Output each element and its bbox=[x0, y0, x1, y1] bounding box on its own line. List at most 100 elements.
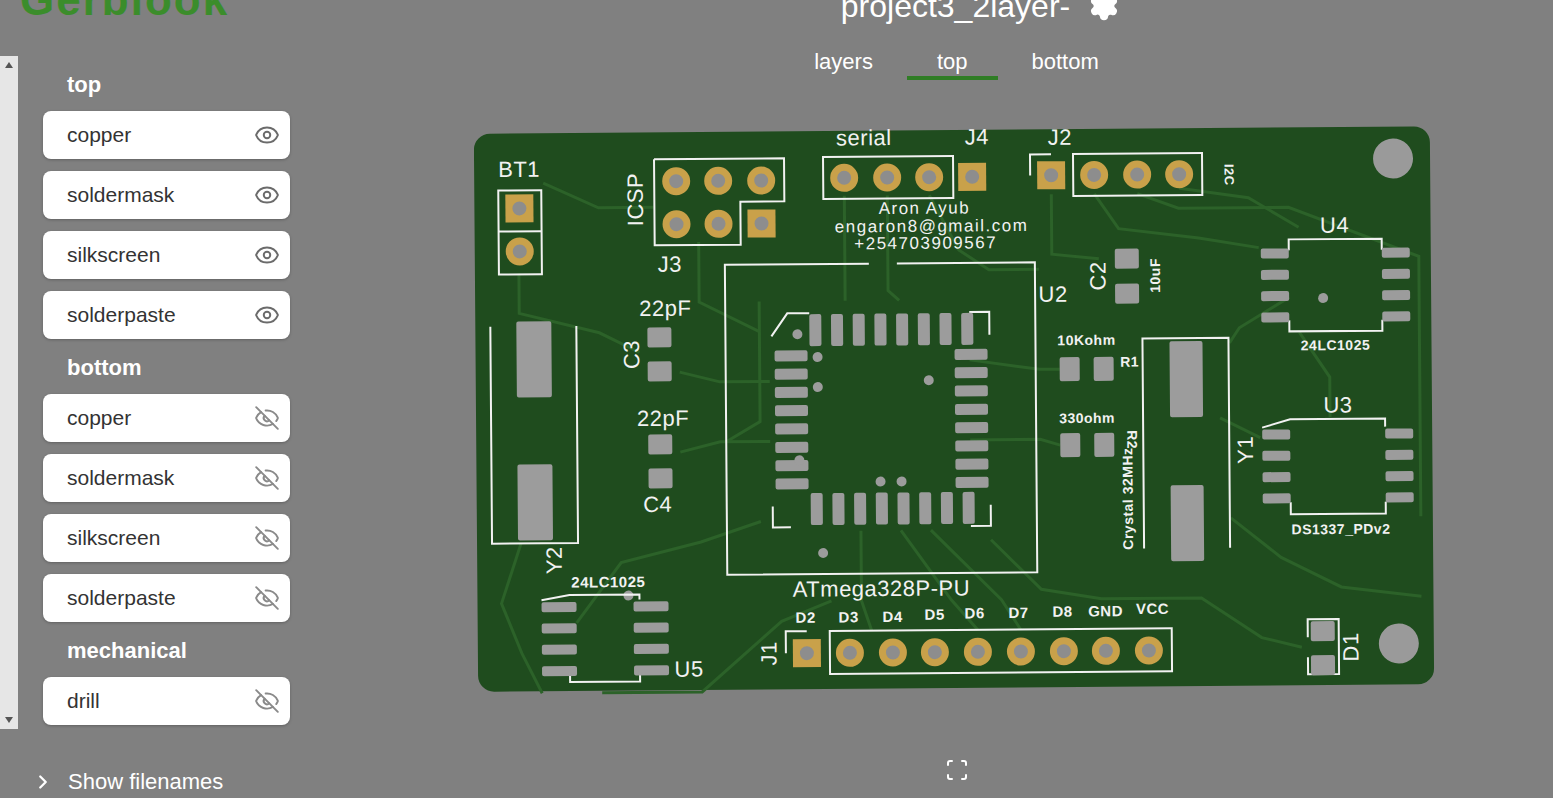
via bbox=[924, 375, 934, 385]
app-logo[interactable]: Gerblook bbox=[20, 0, 300, 26]
square-pad bbox=[958, 163, 986, 191]
smd-pad bbox=[955, 367, 988, 378]
pcb-board-view[interactable]: BT1ICSPJ3serialJ4J2I2CAron Ayubengaron8@… bbox=[474, 125, 1436, 697]
eye-off-icon[interactable] bbox=[254, 525, 280, 551]
copper-trace bbox=[699, 242, 760, 332]
silkscreen-label: D7 bbox=[1008, 604, 1028, 621]
u4-outline bbox=[1289, 320, 1382, 332]
layer-label: copper bbox=[67, 119, 131, 151]
silkscreen-label: VCC bbox=[1136, 600, 1169, 617]
smd-pad bbox=[775, 423, 808, 434]
smd-pad bbox=[853, 314, 865, 346]
smd-pad bbox=[1385, 471, 1413, 481]
through-hole-pad bbox=[830, 164, 858, 192]
view-tab[interactable]: bottom bbox=[1002, 48, 1129, 80]
serial-outline bbox=[823, 156, 953, 199]
copper-trace bbox=[1094, 193, 1258, 249]
sidebar-scrollbar[interactable] bbox=[0, 56, 18, 729]
title-bar: project3_2layer- bbox=[360, 0, 1553, 22]
silkscreen-label: +254703909567 bbox=[854, 233, 997, 253]
layer-toggle[interactable]: silkscreen bbox=[43, 231, 290, 279]
silkscreen-label: Y2 bbox=[542, 546, 567, 574]
layer-toggle[interactable]: drill bbox=[43, 677, 290, 725]
silkscreen-label: U2 bbox=[1038, 282, 1067, 307]
layer-label: copper bbox=[67, 402, 131, 434]
smd-pad bbox=[831, 314, 843, 346]
silkscreen-label: D3 bbox=[838, 608, 858, 625]
smd-pad bbox=[918, 313, 930, 345]
smd-pad bbox=[1263, 493, 1291, 503]
via bbox=[876, 477, 886, 487]
silkscreen-label: U3 bbox=[1323, 392, 1352, 417]
main-column: project3_2layer-layerstopbottom BT1ICSPJ3… bbox=[300, 0, 1553, 798]
smd-pad bbox=[832, 493, 844, 525]
smd-pad bbox=[955, 422, 988, 433]
smd-pad bbox=[956, 477, 989, 488]
through-hole-pad bbox=[873, 163, 901, 191]
mounting-hole bbox=[1379, 623, 1419, 663]
square-pad bbox=[747, 209, 775, 237]
smd-pad bbox=[775, 405, 808, 416]
eye-off-icon[interactable] bbox=[254, 465, 280, 491]
scroll-up-icon[interactable] bbox=[5, 62, 13, 68]
smd-pad bbox=[647, 327, 671, 347]
via bbox=[813, 352, 823, 362]
silkscreen-label: DS1337_PDv2 bbox=[1291, 521, 1390, 538]
layer-label: silkscreen bbox=[67, 239, 160, 271]
smd-pad bbox=[1171, 485, 1205, 561]
silkscreen-label: C2 bbox=[1085, 261, 1110, 290]
u3-outline bbox=[1291, 502, 1386, 515]
layer-toggle[interactable]: soldermask bbox=[43, 454, 290, 502]
copper-trace bbox=[1179, 187, 1298, 228]
silkscreen-label: D8 bbox=[1052, 603, 1072, 620]
smd-pad bbox=[809, 314, 821, 346]
square-pad bbox=[1037, 161, 1065, 189]
copper-trace bbox=[602, 601, 833, 693]
view-tab[interactable]: top bbox=[907, 48, 998, 80]
layer-toggle[interactable]: solderpaste bbox=[43, 291, 290, 339]
layer-toggle[interactable]: solderpaste bbox=[43, 574, 290, 622]
logo-bar: Gerblook bbox=[0, 0, 300, 56]
scroll-down-icon[interactable] bbox=[5, 717, 13, 723]
silkscreen-label: R1 bbox=[1120, 354, 1139, 370]
eye-off-icon[interactable] bbox=[254, 405, 280, 431]
via bbox=[792, 329, 802, 339]
through-hole-pad bbox=[506, 237, 534, 265]
gear-icon[interactable] bbox=[1088, 0, 1120, 22]
smd-pad bbox=[1262, 472, 1290, 482]
eye-icon[interactable] bbox=[254, 182, 280, 208]
fullscreen-icon[interactable] bbox=[945, 758, 969, 782]
layer-toggle[interactable]: copper bbox=[43, 111, 290, 159]
smd-pad bbox=[955, 440, 988, 451]
view-tab[interactable]: layers bbox=[784, 48, 903, 80]
smd-pad bbox=[854, 493, 866, 525]
smd-pad bbox=[775, 442, 808, 453]
u5-outline bbox=[570, 674, 640, 682]
silkscreen-label: D4 bbox=[882, 608, 902, 625]
u2-outline bbox=[725, 262, 1037, 574]
eye-icon[interactable] bbox=[254, 302, 280, 328]
layer-toggle[interactable]: soldermask bbox=[43, 171, 290, 219]
show-filenames-toggle[interactable]: Show filenames bbox=[0, 765, 300, 798]
eye-icon[interactable] bbox=[254, 122, 280, 148]
smd-pad bbox=[542, 666, 577, 676]
through-hole-pad bbox=[747, 166, 775, 194]
layer-toggle[interactable]: copper bbox=[43, 394, 290, 442]
silkscreen-label: ICSP bbox=[623, 173, 648, 227]
layer-group-title: mechanical bbox=[43, 630, 290, 670]
board-area: BT1ICSPJ3serialJ4J2I2CAron Ayubengaron8@… bbox=[474, 125, 1553, 697]
silkscreen-label: 24LC1025 bbox=[571, 573, 645, 591]
smd-pad bbox=[1385, 450, 1413, 460]
smd-pad bbox=[1261, 291, 1289, 301]
smd-pad bbox=[1311, 621, 1335, 641]
smd-pad bbox=[1262, 451, 1290, 461]
eye-off-icon[interactable] bbox=[254, 585, 280, 611]
eye-icon[interactable] bbox=[254, 242, 280, 268]
layer-toggle[interactable]: silkscreen bbox=[43, 514, 290, 562]
silkscreen-label: 330ohm bbox=[1059, 410, 1115, 426]
eye-off-icon[interactable] bbox=[254, 688, 280, 714]
via bbox=[897, 476, 907, 486]
smd-pad bbox=[874, 314, 886, 346]
silkscreen-label: R2 bbox=[1124, 430, 1140, 449]
layer-group: mechanical drill bbox=[43, 630, 290, 725]
